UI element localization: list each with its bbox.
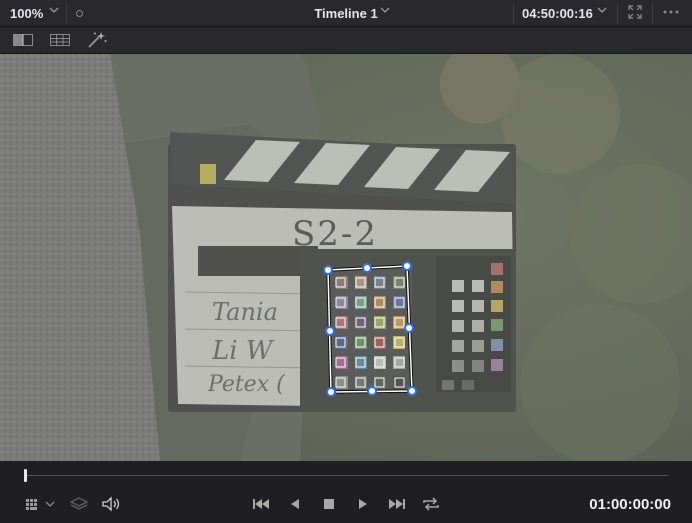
play-reverse-icon[interactable] [284,495,306,513]
edge-handle[interactable] [404,323,414,333]
more-options-icon[interactable] [662,9,680,15]
divider [652,2,653,24]
grid-overlay-icon[interactable] [49,31,71,49]
source-timecode[interactable]: 04:50:00:16 [522,6,593,21]
chevron-down-icon[interactable] [597,5,607,15]
record-timecode[interactable]: 01:00:00:00 [589,496,671,513]
play-icon[interactable] [352,495,374,513]
volume-icon[interactable] [100,495,122,513]
stop-icon[interactable] [318,495,340,513]
divider [513,2,514,24]
viewer-header: 100% Timeline 1 04:50:00:16 [0,0,692,27]
viewer-mode-icon[interactable] [24,495,46,513]
skip-to-end-icon[interactable] [386,495,408,513]
expand-icon[interactable] [628,5,642,19]
zoom-level-dropdown[interactable]: 100% [10,6,43,21]
chevron-down-icon[interactable] [49,5,59,15]
split-wipe-icon[interactable] [12,31,34,49]
chevron-down-icon[interactable] [380,5,390,15]
color-chart-overlay[interactable] [0,54,692,461]
chevron-down-icon[interactable] [44,495,56,513]
playhead[interactable] [24,469,27,482]
transport-controls: 01:00:00:00 [0,462,692,523]
edge-handle[interactable] [367,386,377,396]
divider [617,2,618,24]
clip-indicator-dot [76,10,83,17]
scrubber-track[interactable] [24,475,668,476]
corner-handle[interactable] [407,386,417,396]
divider [66,2,67,24]
video-viewer[interactable]: S2-2 Tania Li W Petex ( [0,54,692,461]
magic-wand-icon[interactable] [86,31,108,49]
skip-to-start-icon[interactable] [250,495,272,513]
loop-icon[interactable] [420,495,442,513]
viewer-toolbar [0,27,692,54]
corner-handle[interactable] [323,265,333,275]
edge-handle[interactable] [362,263,372,273]
layers-icon[interactable] [68,495,90,513]
edge-handle[interactable] [325,326,335,336]
corner-handle[interactable] [402,261,412,271]
corner-handle[interactable] [326,387,336,397]
